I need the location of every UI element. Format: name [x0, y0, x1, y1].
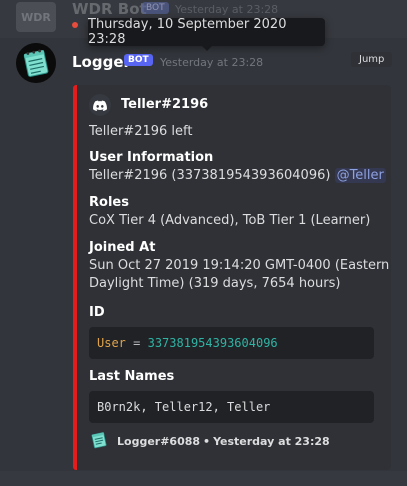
previous-timestamp: Yesterday at 23:28	[175, 3, 279, 16]
field-id-name: ID	[89, 305, 105, 320]
code-value: 337381954393604096	[147, 336, 278, 350]
message-timestamp[interactable]: Yesterday at 23:28	[160, 56, 263, 69]
field-joined-line2: Daylight Time) (319 days, 7654 hours)	[89, 276, 341, 291]
footer-separator: •	[203, 435, 211, 448]
embed-description: Teller#2196 left	[89, 124, 193, 139]
embed-author-icon	[89, 94, 111, 116]
code-key: User	[97, 336, 126, 350]
footer-timestamp: Yesterday at 23:28	[213, 435, 330, 448]
field-roles-name: Roles	[89, 195, 129, 210]
notepad-icon	[16, 43, 56, 83]
field-last-names-name: Last Names	[89, 369, 175, 384]
field-id-code-block[interactable]: User = 337381954393604096	[89, 327, 374, 359]
tooltip-arrow	[201, 46, 212, 51]
field-last-names-code-block[interactable]: B0rn2k, Teller12, Teller	[89, 391, 374, 423]
field-joined-line1: Sun Oct 27 2019 19:14:20 GMT-0400 (Easte…	[89, 258, 390, 273]
status-dot	[72, 22, 78, 28]
avatar[interactable]	[16, 43, 56, 83]
message-author[interactable]: Logger	[72, 53, 131, 71]
embed: Teller#2196 Teller#2196 left User Inform…	[73, 85, 391, 470]
discord-icon	[93, 100, 107, 111]
previous-avatar[interactable]: WDR	[16, 2, 56, 32]
code-equals: =	[133, 336, 141, 350]
field-user-info-value: Teller#2196 (337381954393604096) @Teller	[89, 167, 386, 185]
footer-author: Logger#6088	[117, 435, 201, 448]
user-mention[interactable]: @Teller	[334, 168, 386, 183]
jump-button[interactable]: Jump	[351, 52, 393, 67]
field-user-info-name: User Information	[89, 150, 214, 165]
field-joined-name: Joined At	[89, 240, 156, 255]
bot-tag: BOT	[124, 54, 153, 66]
field-roles-value: CoX Tier 4 (Advanced), ToB Tier 1 (Learn…	[89, 213, 371, 228]
tooltip-text: Thursday, 10 September 2020 23:28	[88, 17, 287, 47]
embed-color-bar	[73, 85, 77, 470]
last-names-value: B0rn2k, Teller12, Teller	[97, 400, 271, 414]
notepad-icon	[91, 432, 107, 449]
footer-icon	[89, 430, 109, 450]
message[interactable]: Logger BOT Yesterday at 23:28 Jump Telle…	[0, 38, 407, 471]
timestamp-tooltip: Thursday, 10 September 2020 23:28	[88, 17, 325, 51]
embed-footer: Logger#6088 • Yesterday at 23:28	[117, 435, 330, 448]
next-message-area	[0, 471, 407, 486]
user-info-text: Teller#2196 (337381954393604096)	[89, 168, 331, 183]
previous-author[interactable]: WDR Bot	[72, 0, 147, 18]
previous-bot-tag: BOT	[142, 2, 169, 14]
embed-author: Teller#2196	[121, 97, 209, 112]
